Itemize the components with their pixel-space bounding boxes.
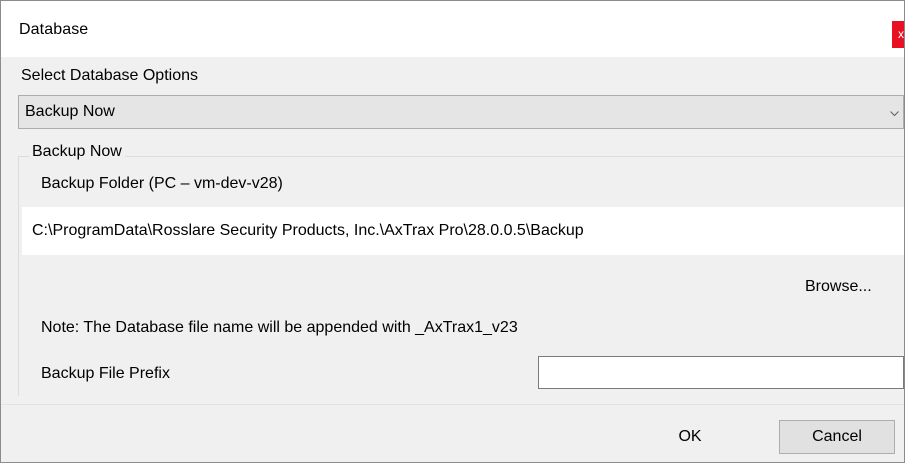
title-bar: Database x [1,1,904,57]
database-options-dropdown[interactable]: Backup Now [18,95,904,129]
button-bar [1,405,904,462]
backup-folder-label: Backup Folder (PC – vm-dev-v28) [41,175,283,192]
backup-file-prefix-input[interactable] [538,356,904,389]
ok-button[interactable]: OK [655,420,725,454]
append-note: Note: The Database file name will be app… [41,319,518,336]
close-button[interactable]: x [892,21,904,48]
browse-button[interactable]: Browse... [805,278,872,296]
select-options-label: Select Database Options [21,67,198,84]
backup-folder-field[interactable] [22,207,904,255]
dropdown-selected-value: Backup Now [25,103,115,120]
group-title: Backup Now [29,143,125,161]
window-title: Database [19,21,89,38]
close-icon: x [898,27,904,41]
cancel-button[interactable]: Cancel [779,420,895,454]
database-dialog: Database x Select Database Options Backu… [0,0,905,463]
chevron-down-icon [890,111,899,117]
backup-file-prefix-label: Backup File Prefix [41,365,170,382]
